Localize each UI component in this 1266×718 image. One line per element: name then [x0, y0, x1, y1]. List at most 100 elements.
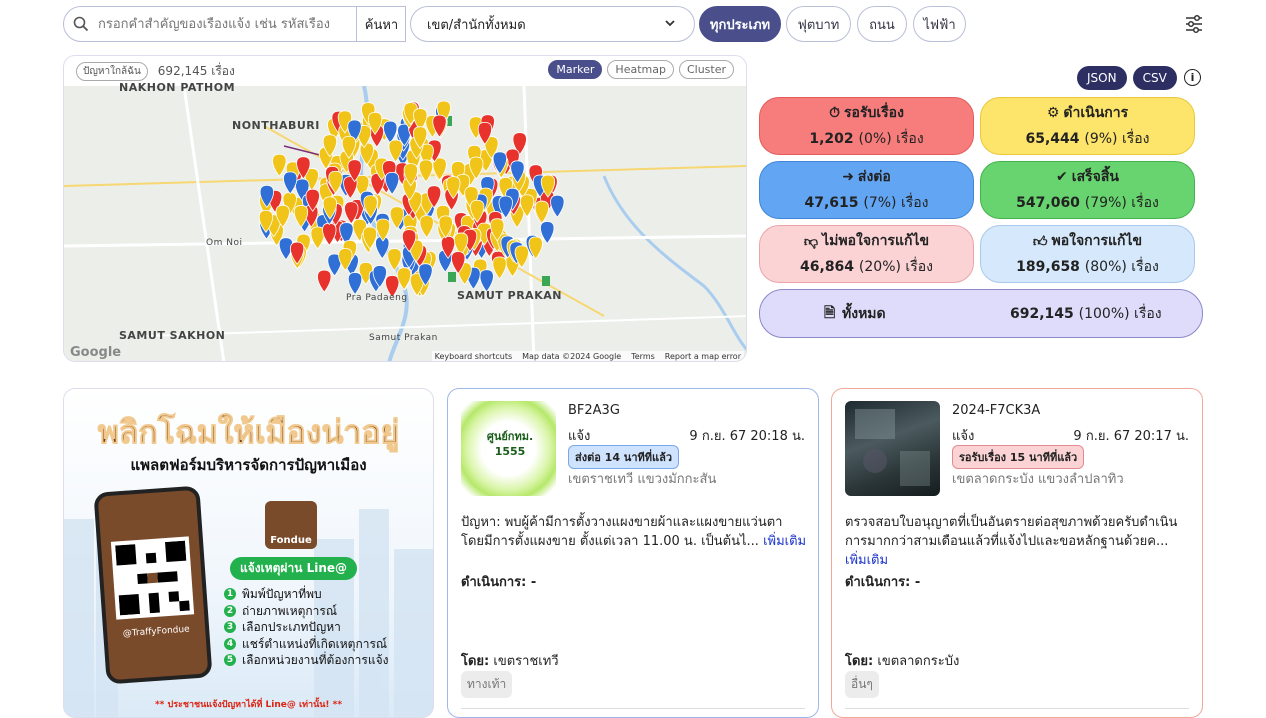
stat-title: พอใจการแก้ไข: [1051, 233, 1143, 249]
stat-percent: (100%) เรื่อง: [1078, 305, 1162, 322]
read-more-link[interactable]: เพิ่มเติม: [845, 553, 888, 568]
clock-icon: ⏱: [829, 105, 841, 121]
fondue-logo: Fondue: [265, 501, 317, 549]
stat-waiting[interactable]: ⏱ รอรับเรื่อง 1,202 (0%) เรื่อง: [759, 97, 974, 155]
stat-title: เสร็จสิ้น: [1071, 169, 1119, 185]
stat-forwarded[interactable]: ➜ ส่งต่อ 47,615 (7%) เรื่อง: [759, 161, 974, 219]
terms-link[interactable]: Terms: [631, 352, 655, 361]
line-handle: @TraffyFondue: [122, 624, 191, 640]
report-error-link[interactable]: Report a map error: [665, 352, 741, 361]
step-item: 2 ถ่ายภาพเหตุการณ์: [224, 603, 388, 620]
export-buttons: JSON CSV: [1077, 66, 1177, 90]
map-label: Samut Prakan: [369, 333, 438, 343]
map-data-text: Map data ©2024 Google: [522, 352, 622, 361]
stat-percent: (20%) เรื่อง: [858, 259, 933, 275]
mode-heatmap[interactable]: Heatmap: [607, 60, 674, 79]
issue-action: ดำเนินการ: -: [845, 575, 921, 590]
stat-in-progress[interactable]: ⚙ ดำเนินการ 65,444 (9%) เรื่อง: [980, 97, 1195, 155]
search-box: ค้นหา: [63, 6, 406, 42]
issue-thumbnail[interactable]: [845, 401, 940, 496]
map-label: SAMUT PRAKAN: [457, 289, 562, 302]
issue-id: BF2A3G: [568, 403, 620, 418]
issue-description: ปัญหา: พบผู้ค้ามีการตั้งวางแผงขายผ้าและแ…: [461, 515, 807, 549]
stat-satisfied[interactable]: 👍︎ พอใจการแก้ไข 189,658 (80%) เรื่อง: [980, 225, 1195, 283]
stat-dissatisfied[interactable]: 👎︎ ไม่พอใจการแก้ไข 46,864 (20%) เรื่อง: [759, 225, 974, 283]
filter-footpath[interactable]: ฟุตบาท: [786, 6, 851, 42]
issue-card[interactable]: ศูนย์กทม. 1555 BF2A3G แจ้ง 9 ก.ย. 67 20:…: [447, 388, 819, 718]
read-more-link[interactable]: เพิ่มเติม: [763, 534, 806, 549]
map-footer: Keyboard shortcuts Map data ©2024 Google…: [431, 351, 744, 361]
filter-road[interactable]: ถนน: [857, 6, 907, 42]
step-item: 3 เลือกประเภทปัญหา: [224, 619, 388, 636]
json-button[interactable]: JSON: [1077, 66, 1127, 90]
issue-date: 9 ก.ย. 67 20:17 น.: [1073, 429, 1189, 444]
issue-date: 9 ก.ย. 67 20:18 น.: [689, 429, 805, 444]
issue-kind: แจ้ง: [568, 429, 591, 444]
gear-icon: ⚙: [1046, 105, 1060, 121]
mode-marker[interactable]: Marker: [548, 60, 603, 79]
promo-note: ** ประชาชนแจ้งปัญหาได้ที่ Line@ เท่านั้น…: [154, 700, 343, 710]
step-item: 1 พิมพ์ปัญหาที่พบ: [224, 586, 388, 603]
issue-card[interactable]: 2024-F7CK3A แจ้ง 9 ก.ย. 67 20:17 น. รอรั…: [831, 388, 1203, 718]
keyboard-shortcuts-link[interactable]: Keyboard shortcuts: [435, 352, 512, 361]
thumbs-down-icon: 👎︎: [803, 233, 819, 250]
divider: [461, 708, 805, 709]
divider: [845, 708, 1189, 709]
issue-location: เขตลาดกระบัง แขวงลำปลาทิว: [952, 472, 1124, 487]
steps-list: 1 พิมพ์ปัญหาที่พบ 2 ถ่ายภาพเหตุการณ์ 3 เลือ…: [224, 586, 388, 669]
map-label: NAKHON PATHOM: [119, 81, 236, 94]
map-label: Pra Padaeng: [346, 293, 408, 303]
stat-title: ทั้งหมด: [842, 305, 886, 322]
info-icon[interactable]: i: [1184, 69, 1201, 86]
stat-title: รอรับเรื่อง: [844, 105, 904, 121]
district-select-value: เขต/สำนักทั้งหมด: [427, 17, 526, 33]
stat-count: 46,864: [800, 259, 855, 275]
stat-completed[interactable]: ✔ เสร็จสิ้น 547,060 (79%) เรื่อง: [980, 161, 1195, 219]
issue-kind: แจ้ง: [952, 429, 975, 444]
promo-subtitle: แพลตฟอร์มบริหารจัดการปัญหาเมือง: [130, 456, 367, 474]
filter-electricity[interactable]: ไฟฟ้า: [913, 6, 966, 42]
filter-settings-icon[interactable]: [1184, 14, 1204, 38]
thumbnail-text: ศูนย์กทม. 1555: [486, 430, 534, 458]
map-label: Om Noi: [206, 238, 243, 248]
search-input[interactable]: [98, 16, 353, 32]
issue-agency: โดย: เขตราชเทวี: [461, 654, 559, 669]
filter-all[interactable]: ทุกประเภท: [699, 6, 781, 42]
mode-cluster[interactable]: Cluster: [678, 60, 734, 79]
line-badge: แจ้งเหตุผ่าน Line@: [230, 557, 358, 580]
map-canvas[interactable]: NAKHON PATHOM NONTHABURI SAMUT PRAKAN SA…: [64, 81, 746, 361]
nearby-tag[interactable]: ปัญหาใกล้ฉัน: [76, 61, 148, 81]
search-icon: [64, 16, 98, 32]
issue-count: 692,145 เรื่อง: [157, 63, 235, 78]
qr-code: [110, 536, 195, 620]
stat-percent: (9%) เรื่อง: [1084, 131, 1150, 147]
search-button[interactable]: ค้นหา: [356, 7, 406, 41]
issue-description: ตรวจสอบใบอนุญาตที่เป็นอันตรายต่อสุขภาพด้…: [845, 515, 1178, 568]
issue-id: 2024-F7CK3A: [952, 403, 1041, 418]
map-card: ปัญหาใกล้ฉัน 692,145 เรื่อง Marker Heatm…: [63, 55, 747, 362]
google-logo: Google: [70, 345, 122, 360]
map-label: SAMUT SAKHON: [119, 329, 226, 342]
stat-count: 1,202: [809, 131, 854, 147]
issue-type-tag: ทางเท้า: [461, 671, 513, 698]
promo-headline: พลิกโฉมให้เมืองน่าอยู่: [97, 413, 400, 452]
stat-percent: (79%) เรื่อง: [1084, 195, 1159, 211]
stat-count: 189,658: [1016, 259, 1080, 275]
issue-location: เขตราชเทวี แขวงมักกะสัน: [568, 472, 717, 487]
stat-count: 692,145: [1010, 305, 1074, 322]
stat-count: 65,444: [1025, 131, 1080, 147]
step-item: 4 แชร์ตำแหน่งที่เกิดเหตุการณ์: [224, 636, 388, 653]
status-badge: ส่งต่อ 14 นาทีที่แล้ว: [568, 445, 680, 469]
promo-banner[interactable]: พลิกโฉมให้เมืองน่าอยู่ แพลตฟอร์มบริหารจั…: [63, 388, 434, 718]
stat-count: 547,060: [1016, 195, 1080, 211]
csv-button[interactable]: CSV: [1132, 66, 1177, 90]
map-mode-toggle: Marker Heatmap Cluster: [548, 60, 734, 79]
issue-thumbnail[interactable]: ศูนย์กทม. 1555: [461, 401, 556, 496]
stat-total[interactable]: 🗎 ทั้งหมด 692,145 (100%) เรื่อง: [759, 289, 1203, 338]
stat-percent: (7%) เรื่อง: [863, 195, 929, 211]
stat-title: ดำเนินการ: [1063, 105, 1129, 121]
district-select[interactable]: เขต/สำนักทั้งหมด: [410, 6, 695, 42]
stat-percent: (80%) เรื่อง: [1084, 259, 1159, 275]
issue-agency: โดย: เขตลาดกระบัง: [845, 654, 960, 669]
stat-percent: (0%) เรื่อง: [858, 131, 924, 147]
